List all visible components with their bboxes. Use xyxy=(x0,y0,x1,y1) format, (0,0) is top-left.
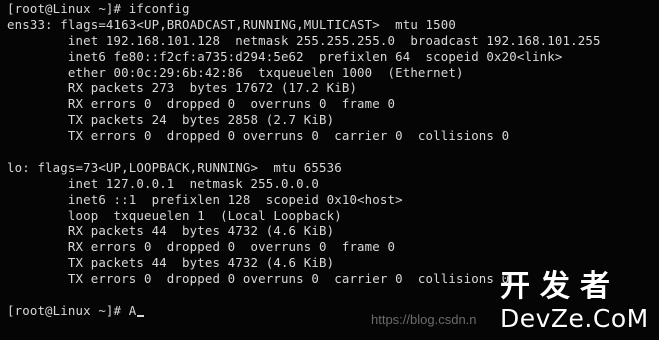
terminal-line: [root@Linux ~]# ifconfig xyxy=(7,1,190,16)
terminal-line: inet6 fe80::f2cf:a735:d294:5e62 prefixle… xyxy=(7,48,563,64)
terminal-line: ens33: flags=4163<UP,BROADCAST,RUNNING,M… xyxy=(7,16,456,32)
terminal-line: inet 192.168.101.128 netmask 255.255.255… xyxy=(7,32,601,48)
text-cursor xyxy=(137,314,145,317)
terminal-line: loop txqueuelen 1 (Local Loopback) xyxy=(7,207,342,223)
terminal-line: TX errors 0 dropped 0 overruns 0 carrier… xyxy=(7,128,510,144)
terminal-line: TX packets 24 bytes 2858 (2.7 KiB) xyxy=(7,112,335,128)
terminal-line: RX errors 0 dropped 0 overruns 0 frame 0 xyxy=(7,239,396,255)
watermark-url: https://blog.csdn.n xyxy=(371,312,477,327)
terminal-line: inet6 ::1 prefixlen 128 scopeid 0x10<hos… xyxy=(7,191,403,207)
terminal-window[interactable]: [root@Linux ~]# ifconfig ens33: flags=41… xyxy=(0,0,659,340)
watermark-logo: 开发者 DevZe.CoM xyxy=(500,270,655,336)
terminal-prompt-text: [root@Linux ~]# A xyxy=(7,302,137,318)
terminal-line: RX errors 0 dropped 0 overruns 0 frame 0 xyxy=(7,96,396,112)
watermark-logo-chinese: 开发者 xyxy=(500,269,620,304)
terminal-line: lo: flags=73<UP,LOOPBACK,RUNNING> mtu 65… xyxy=(7,159,342,175)
watermark-logo-english: DevZe.CoM xyxy=(500,304,649,333)
terminal-line: RX packets 273 bytes 17672 (17.2 KiB) xyxy=(7,80,358,96)
terminal-line: inet 127.0.0.1 netmask 255.0.0.0 xyxy=(7,175,320,191)
terminal-line: ether 00:0c:29:6b:42:86 txqueuelen 1000 … xyxy=(7,64,464,80)
terminal-line: RX packets 44 bytes 4732 (4.6 KiB) xyxy=(7,223,335,239)
